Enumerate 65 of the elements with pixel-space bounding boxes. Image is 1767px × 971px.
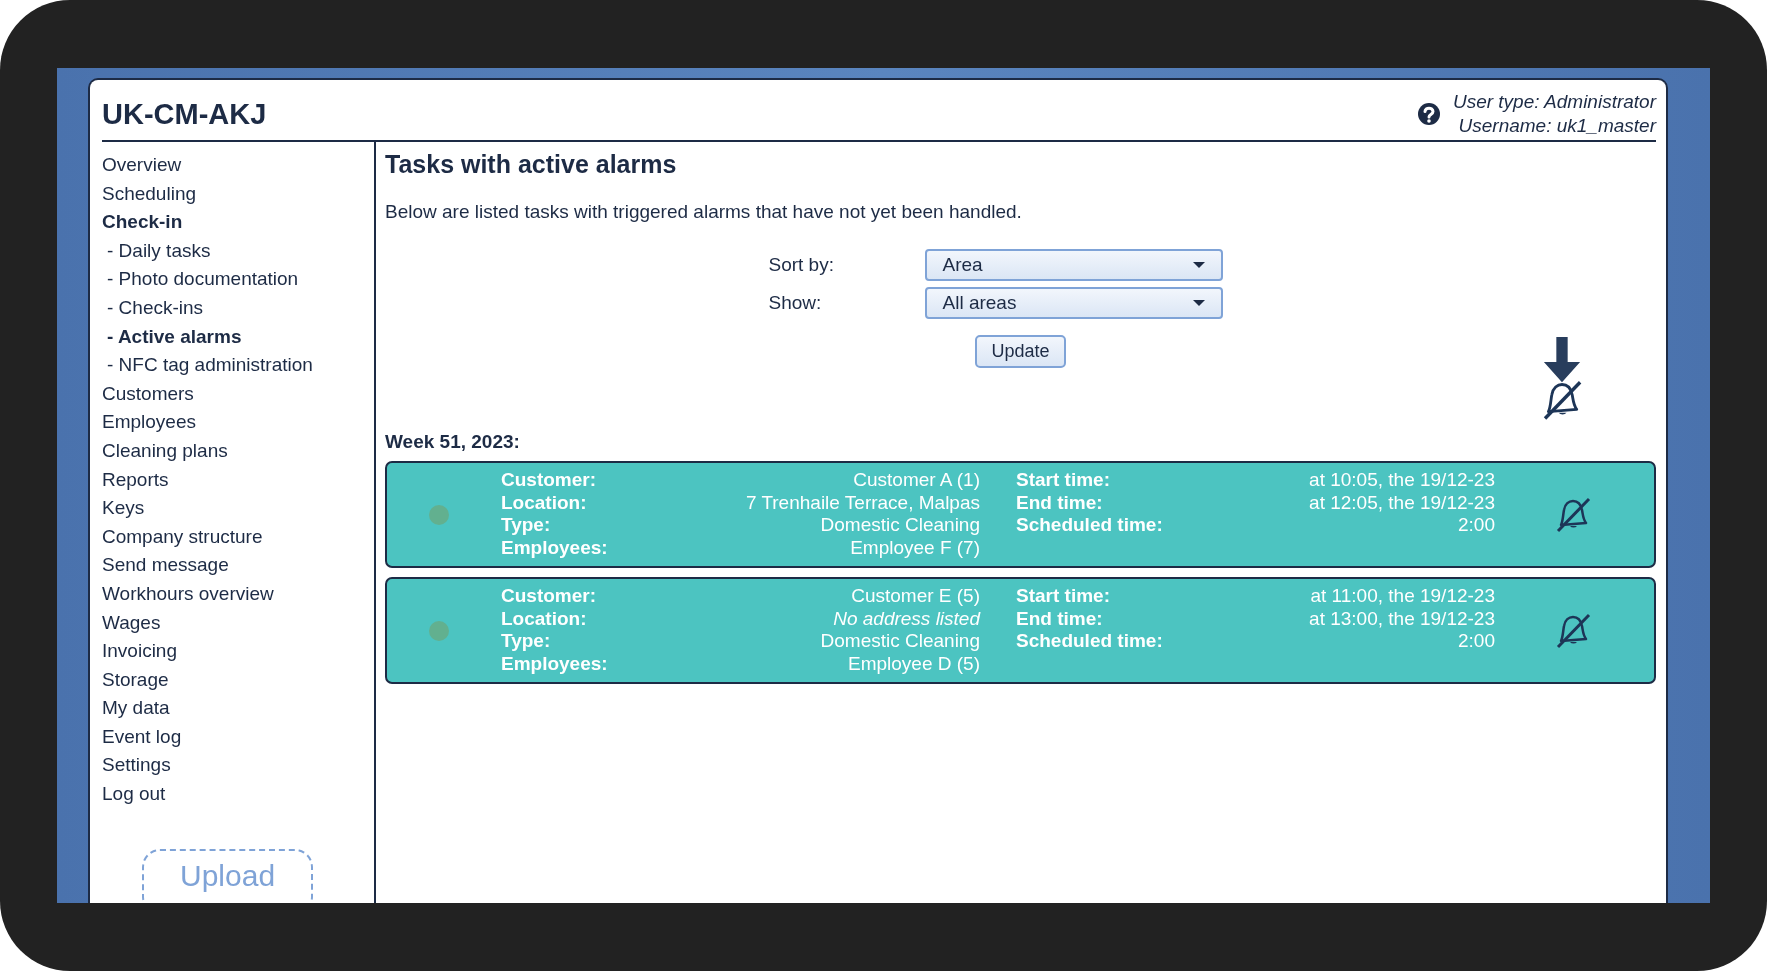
username: Username: uk1_master xyxy=(1457,114,1656,138)
nav-link[interactable]: - Check-ins xyxy=(107,293,204,323)
field-value: at 10:05, the 19/12-23 xyxy=(1309,469,1495,492)
nav-link[interactable]: Wages xyxy=(102,608,161,638)
nav-link[interactable]: Check-in xyxy=(102,208,183,237)
dropdown[interactable]: Area xyxy=(924,249,1223,281)
caret-icon xyxy=(1192,300,1205,306)
field-value: Employee F (7) xyxy=(849,536,980,559)
field-label: Employees: xyxy=(501,652,608,675)
dropdown[interactable]: All areas xyxy=(924,287,1223,319)
field-value: Customer E (5) xyxy=(850,585,980,608)
field-value: 2:00 xyxy=(1457,630,1495,653)
field-label: Location: xyxy=(501,491,588,514)
filter-label: Sort by: xyxy=(768,254,835,276)
nav-link[interactable]: Event log xyxy=(102,722,182,752)
nav-link[interactable]: Log out xyxy=(102,780,166,809)
help-icon[interactable] xyxy=(1416,102,1441,126)
nav-link[interactable]: - Photo documentation xyxy=(107,265,299,294)
field-label: Scheduled time: xyxy=(1016,514,1163,537)
nav-link[interactable]: - NFC tag administration xyxy=(107,351,313,380)
field-label: Customer: xyxy=(501,469,597,492)
nav-link[interactable]: My data xyxy=(102,694,170,723)
field-value: No address listed xyxy=(832,607,980,630)
caret-icon xyxy=(1192,262,1205,268)
nav-link[interactable]: Storage xyxy=(102,665,169,695)
field-label: Scheduled time: xyxy=(1016,630,1163,653)
nav-link[interactable]: Company structure xyxy=(102,522,263,552)
field-value: Domestic Cleaning xyxy=(819,514,980,537)
field-value: Domestic Cleaning xyxy=(820,630,980,653)
page-title: UK-CM-AKJ xyxy=(102,97,267,131)
nav-link[interactable]: Settings xyxy=(102,751,171,781)
week-heading: Week 51, 2023: xyxy=(385,431,521,453)
filter-label: Show: xyxy=(768,292,823,314)
description-text: Below are listed tasks with triggered alarms that have not yet been handled. xyxy=(385,201,1023,223)
update-button[interactable]: Update xyxy=(975,335,1066,368)
field-label: Customer: xyxy=(501,585,597,608)
field-value: at 12:05, the 19/12-23 xyxy=(1309,491,1495,514)
nav-link[interactable]: Workhours overview xyxy=(102,579,274,609)
field-value: Employee D (5) xyxy=(847,652,980,675)
nav-link[interactable]: Scheduling xyxy=(102,179,197,209)
field-value: at 13:00, the 19/12-23 xyxy=(1309,607,1495,630)
nav-link[interactable]: Keys xyxy=(102,494,145,523)
nav-link[interactable]: - Daily tasks xyxy=(107,236,211,266)
field-value: 2:00 xyxy=(1457,514,1495,537)
field-label: Start time: xyxy=(1016,469,1111,492)
field-label: Type: xyxy=(501,630,552,653)
field-value: at 11:00, the 19/12-23 xyxy=(1309,585,1495,608)
field-value: Customer A (1) xyxy=(852,469,980,492)
field-label: Employees: xyxy=(501,536,608,559)
section-heading: Tasks with active alarms xyxy=(385,149,678,180)
field-label: End time: xyxy=(1016,491,1104,514)
field-label: Location: xyxy=(501,607,588,630)
user-type: User type: Administrator xyxy=(1452,90,1656,114)
nav-link[interactable]: Employees xyxy=(102,408,196,437)
nav-link[interactable]: - Active alarms xyxy=(107,322,242,352)
nav-link[interactable]: Cleaning plans xyxy=(102,436,228,466)
field-label: Type: xyxy=(501,514,552,537)
nav-link[interactable]: Invoicing xyxy=(102,637,177,666)
nav-link[interactable]: Send message xyxy=(102,551,229,580)
field-value: 7 Trenhaile Terrace, Malpas xyxy=(745,491,980,514)
nav-link[interactable]: Overview xyxy=(102,151,182,180)
nav-link[interactable]: Customers xyxy=(102,379,194,409)
field-label: Start time: xyxy=(1016,585,1111,608)
nav-link[interactable]: Reports xyxy=(102,465,169,495)
field-label: End time: xyxy=(1016,607,1104,630)
